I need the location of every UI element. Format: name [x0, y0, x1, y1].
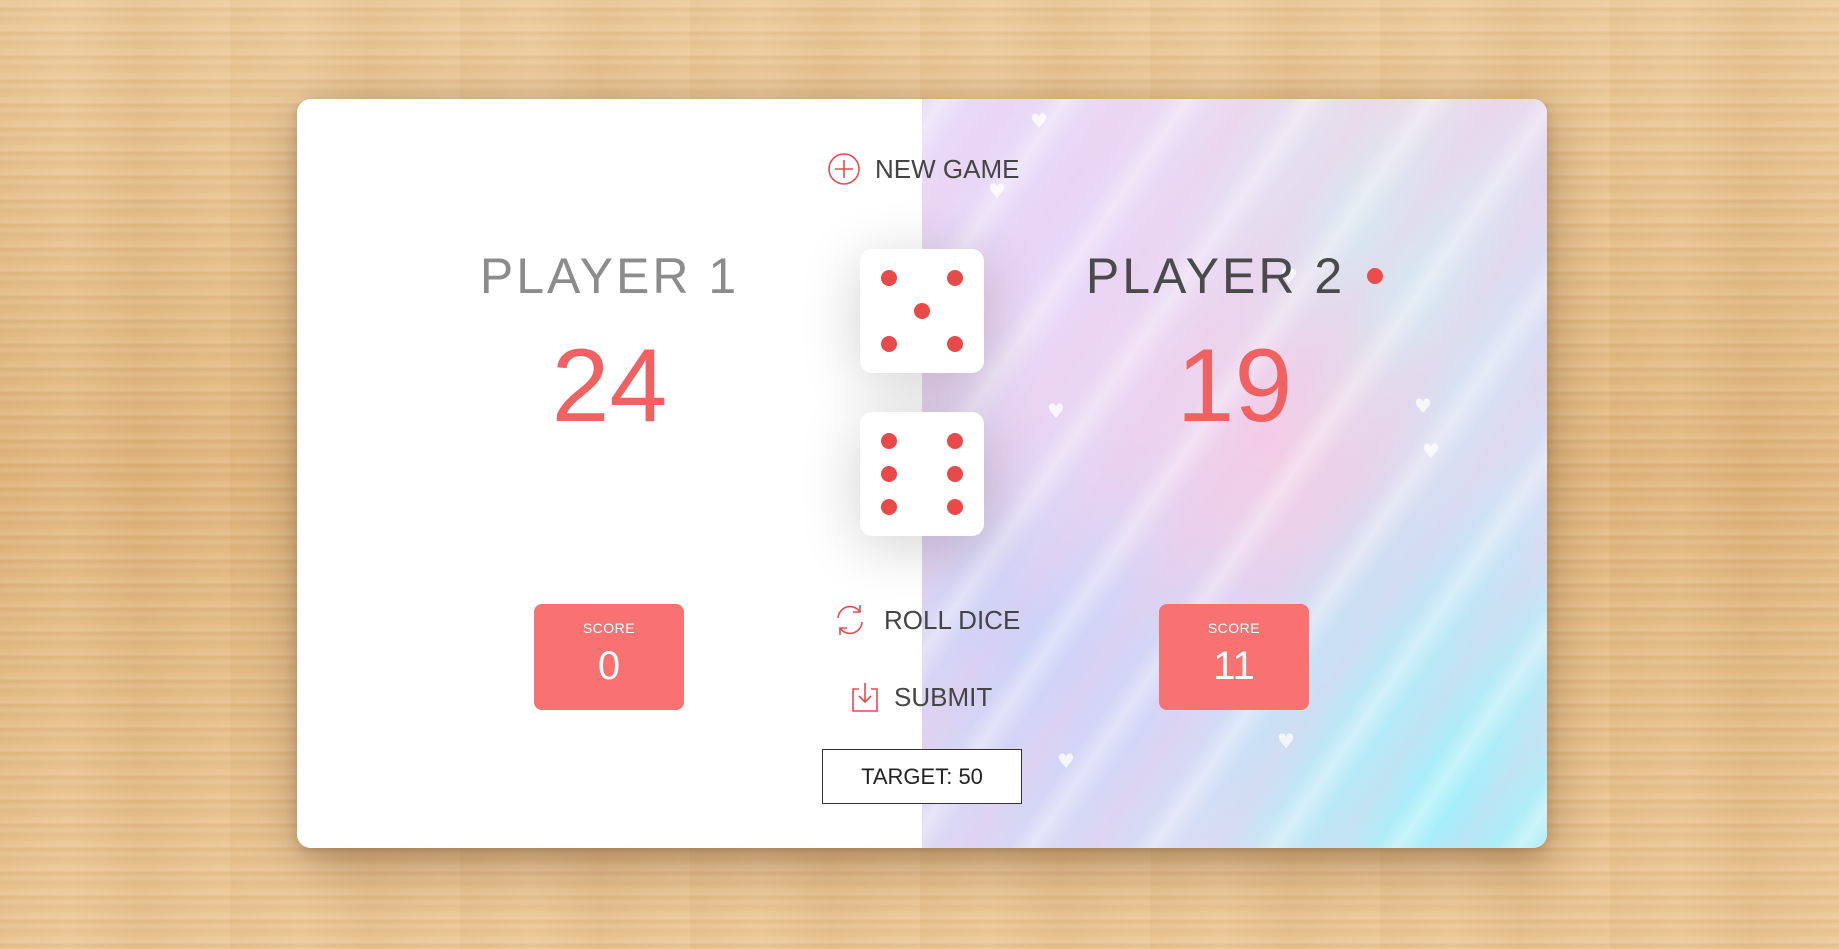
player-2-name: PLAYER 2 — [922, 247, 1547, 305]
player-1-current-score-box: SCORE 0 — [534, 604, 684, 710]
heart-confetti-icon: ♥ — [1277, 729, 1295, 753]
dice-pip — [947, 432, 964, 449]
roll-dice-label: ROLL DICE — [884, 604, 1021, 635]
player-2-name-text: PLAYER 2 — [1085, 248, 1346, 304]
plus-circle-icon — [827, 152, 861, 186]
dice-pip — [880, 432, 897, 449]
roll-dice-button[interactable]: ROLL DICE — [830, 600, 1020, 640]
active-dot-icon — [1367, 267, 1384, 284]
player-2-current-score-box: SCORE 11 — [1159, 604, 1309, 710]
player-1-current-label: SCORE — [582, 620, 636, 636]
new-game-button[interactable]: NEW GAME — [827, 152, 1019, 186]
dice-pip — [947, 466, 964, 482]
new-game-label: NEW GAME — [875, 153, 1020, 184]
heart-confetti-icon: ♥ — [1030, 109, 1048, 133]
refresh-icon — [830, 600, 870, 640]
submit-label: SUBMIT — [894, 681, 993, 712]
player-1-name: PLAYER 1 — [479, 248, 740, 304]
player-2-total-score: 19 — [1176, 328, 1293, 444]
submit-button[interactable]: SUBMIT — [850, 680, 992, 714]
game-board: PLAYER 1 24 SCORE 0 ♥ ♥ ♥ ♥ ♥ ♥ ♥ ♥ ♥ PL… — [297, 99, 1547, 848]
dice-pip — [914, 303, 930, 319]
player-1-panel: PLAYER 1 24 SCORE 0 — [297, 99, 922, 848]
dice-pip — [947, 336, 964, 353]
download-icon — [850, 680, 880, 714]
player-1-current-score: 0 — [597, 644, 621, 688]
player-1-total-score: 24 — [551, 328, 668, 444]
dice-2 — [860, 412, 984, 536]
heart-confetti-icon: ♥ — [1057, 749, 1075, 773]
player-2-current-score: 11 — [1213, 644, 1255, 688]
dice-pip — [880, 499, 897, 516]
target-score-box: TARGET: 50 — [822, 749, 1022, 804]
dice-1 — [860, 249, 984, 373]
dice-pip — [880, 269, 897, 286]
player-2-current-label: SCORE — [1207, 620, 1261, 636]
dice-pip — [947, 269, 964, 286]
dice-pip — [947, 499, 964, 516]
dice-pip — [880, 466, 897, 482]
player-2-panel: ♥ ♥ ♥ ♥ ♥ ♥ ♥ ♥ ♥ PLAYER 2 19 SCORE 11 — [922, 99, 1547, 848]
dice-pip — [880, 336, 897, 353]
